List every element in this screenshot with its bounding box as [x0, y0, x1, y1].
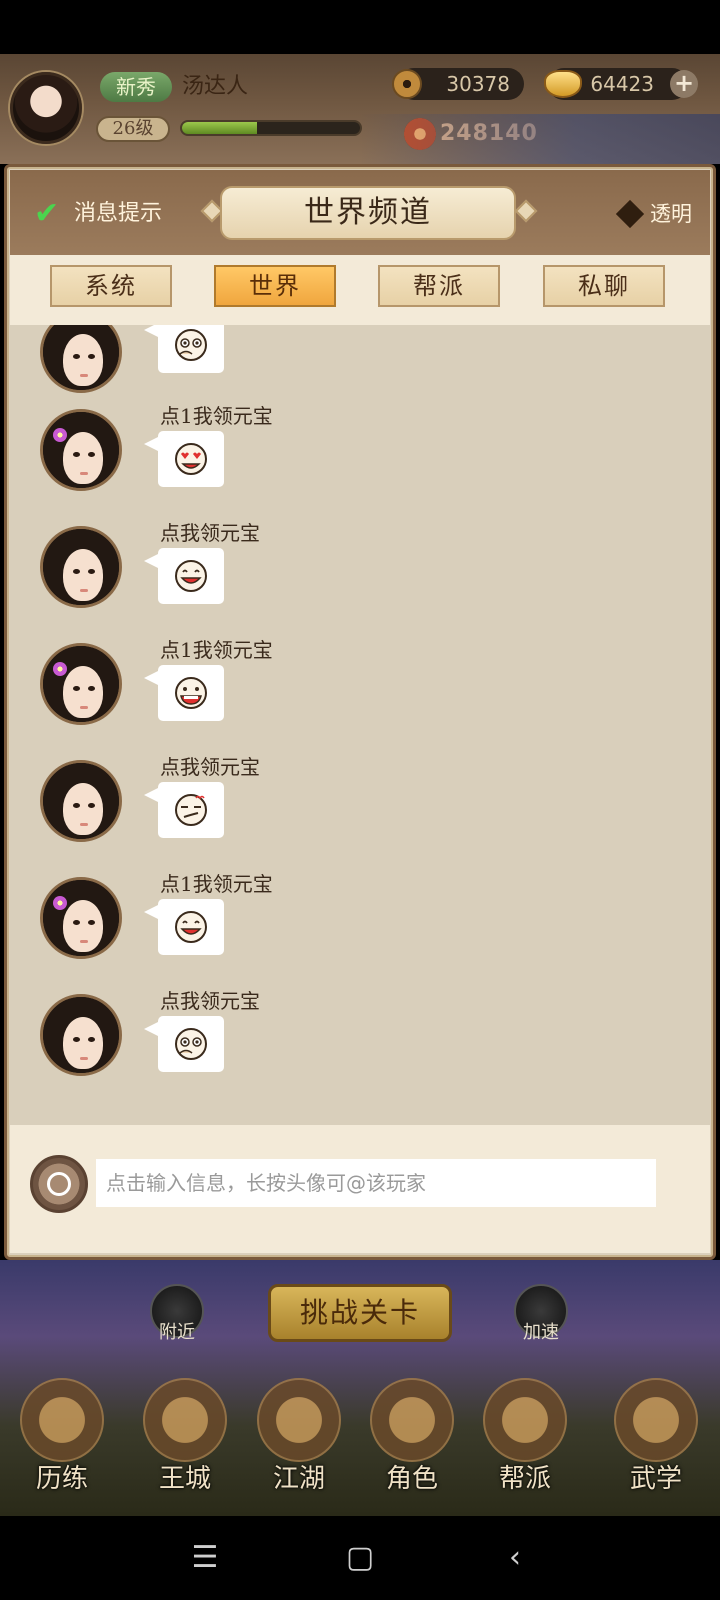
- chat-panel: ✔ 消息提示 世界频道 透明 系统 世界 帮派 私聊 点1我领元宝 点我领元宝 …: [4, 164, 716, 1260]
- heart-eyes-emoji: [175, 443, 207, 475]
- nav-label: 王城: [158, 1464, 211, 1494]
- laughing-emoji: [175, 911, 207, 943]
- message-text: 点我领元宝: [160, 521, 260, 545]
- chat-message: 点1我领元宝: [10, 403, 710, 520]
- tab-guild[interactable]: 帮派: [378, 265, 500, 307]
- player-hud: 新秀 汤达人 26级 30378 64423 + 248140: [0, 54, 720, 164]
- flower-icon: [53, 896, 67, 910]
- sender-avatar[interactable]: [40, 760, 122, 842]
- chat-message: 点我领元宝: [10, 520, 710, 637]
- sender-avatar[interactable]: [40, 409, 122, 491]
- city-gate-icon: [143, 1378, 227, 1462]
- nav-label: 江湖: [272, 1464, 325, 1494]
- message-text: 点1我领元宝: [160, 404, 273, 428]
- game-bottom-area: 附近 挑战关卡 加速 历练 王城 江湖 角色 帮派 武学: [0, 1260, 720, 1516]
- message-text: 点1我领元宝: [160, 638, 273, 662]
- chat-message: [10, 325, 710, 393]
- check-icon[interactable]: ✔: [34, 199, 64, 229]
- nav-guild[interactable]: 帮派: [475, 1378, 575, 1498]
- tab-system[interactable]: 系统: [50, 265, 172, 307]
- message-text: 点我领元宝: [160, 989, 260, 1013]
- tongue-out-emoji: [175, 677, 207, 709]
- android-nav-bar: ☰ ▢ ‹: [0, 1516, 720, 1600]
- hand-on-face-emoji: [175, 1028, 207, 1060]
- tab-private[interactable]: 私聊: [543, 265, 665, 307]
- chat-message: 点我领元宝: [10, 988, 710, 1105]
- message-bubble: [144, 325, 224, 373]
- emoji-picker-button[interactable]: [30, 1155, 88, 1213]
- status-bar: [0, 0, 720, 54]
- training-icon: [20, 1378, 104, 1462]
- message-bubble: [144, 899, 224, 955]
- smiley-icon: [47, 1172, 71, 1196]
- notify-toggle-label[interactable]: 消息提示: [74, 198, 162, 230]
- nav-character[interactable]: 角色: [362, 1378, 462, 1498]
- nav-martial-arts[interactable]: 武学: [606, 1378, 706, 1498]
- nav-label: 角色: [385, 1464, 438, 1494]
- nav-royal-city[interactable]: 王城: [135, 1378, 235, 1498]
- sword-icon: [257, 1378, 341, 1462]
- gold-ingot-icon: [544, 70, 582, 98]
- message-bubble: [144, 782, 224, 838]
- nearby-button-label[interactable]: 附近: [137, 1322, 217, 1344]
- copper-coin-icon: [392, 69, 422, 99]
- transparent-toggle-label[interactable]: 透明: [650, 198, 692, 230]
- message-bubble: [144, 548, 224, 604]
- nav-label: 历练: [35, 1464, 88, 1494]
- chat-message-input[interactable]: [96, 1159, 656, 1207]
- nav-label: 武学: [629, 1464, 682, 1494]
- power-icon: [404, 118, 436, 150]
- character-icon: [370, 1378, 454, 1462]
- hand-on-face-emoji: [175, 329, 207, 361]
- player-name: 汤达人: [182, 74, 249, 99]
- combat-power: 248140: [440, 121, 538, 146]
- flower-icon: [53, 662, 67, 676]
- challenge-stage-button[interactable]: 挑战关卡: [268, 1284, 452, 1342]
- home-icon[interactable]: ▢: [340, 1538, 380, 1578]
- plaque-right-ornament: [514, 199, 538, 223]
- sender-avatar[interactable]: [40, 877, 122, 959]
- sender-avatar[interactable]: [40, 325, 122, 393]
- sender-avatar[interactable]: [40, 643, 122, 725]
- message-bubble: [144, 1016, 224, 1072]
- flower-icon: [53, 428, 67, 442]
- nav-jianghu[interactable]: 江湖: [249, 1378, 349, 1498]
- guild-emblem-icon: [483, 1378, 567, 1462]
- chat-header: ✔ 消息提示 世界频道 透明: [10, 170, 710, 255]
- message-text: 点1我领元宝: [160, 872, 273, 896]
- chat-message: 点我领元宝: [10, 754, 710, 871]
- menu-icon[interactable]: ☰: [185, 1538, 225, 1578]
- exp-bar: [180, 120, 362, 136]
- player-avatar[interactable]: [10, 72, 82, 144]
- scroll-icon: [614, 1378, 698, 1462]
- nav-label: 帮派: [498, 1464, 551, 1494]
- nav-training[interactable]: 历练: [12, 1378, 112, 1498]
- channel-title: 世界频道: [220, 186, 516, 240]
- tab-world[interactable]: 世界: [214, 265, 336, 307]
- add-gold-icon[interactable]: +: [670, 70, 698, 98]
- message-text: 点我领元宝: [160, 755, 260, 779]
- speedup-button-label[interactable]: 加速: [501, 1322, 581, 1344]
- chat-message: 点1我领元宝: [10, 637, 710, 754]
- smirk-emoji: [175, 794, 207, 826]
- sender-avatar[interactable]: [40, 994, 122, 1076]
- diamond-icon[interactable]: [615, 199, 645, 229]
- player-level: 26级: [96, 116, 170, 142]
- laughing-emoji: [175, 560, 207, 592]
- message-bubble: [144, 431, 224, 487]
- exp-bar-fill: [182, 122, 257, 134]
- chat-message: 点1我领元宝: [10, 871, 710, 988]
- message-list[interactable]: 点1我领元宝 点我领元宝 点1我领元宝 点我领元宝 点1我领元宝 点我领元宝: [10, 325, 710, 1125]
- back-icon[interactable]: ‹: [495, 1538, 535, 1578]
- sender-avatar[interactable]: [40, 526, 122, 608]
- message-bubble: [144, 665, 224, 721]
- channel-tabs: 系统 世界 帮派 私聊: [10, 255, 710, 325]
- chat-input-bar: [10, 1125, 710, 1253]
- rank-badge: 新秀: [100, 72, 172, 102]
